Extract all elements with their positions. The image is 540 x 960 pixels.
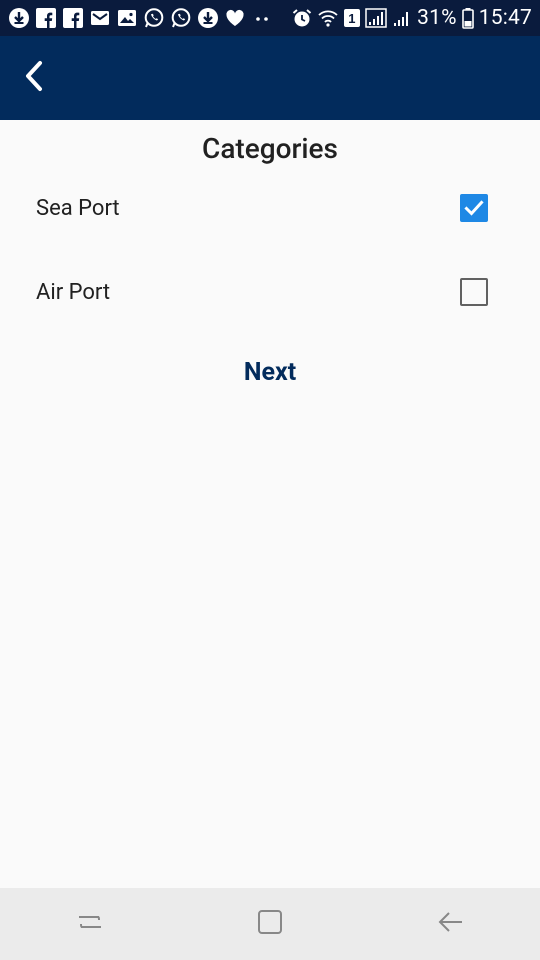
chevron-left-icon [24,60,44,96]
app-bar [0,36,540,120]
status-bar: 1 31% 15:47 [0,0,540,36]
battery-icon [461,7,475,29]
gmail-icon [89,7,111,29]
facebook-icon [35,7,57,29]
notification-icons [8,7,273,29]
battery-percent: 31% [417,6,457,30]
navigation-bar [0,888,540,960]
download-icon [197,7,219,29]
checkmark-icon [464,200,484,216]
recent-apps-button[interactable] [60,894,120,954]
back-arrow-icon [436,908,464,940]
home-icon [256,908,284,940]
system-back-button[interactable] [420,894,480,954]
sim-slot-icon: 1 [343,7,361,29]
wifi-icon [317,7,339,29]
gallery-icon [116,7,138,29]
page-title: Categories [202,132,338,165]
alarm-icon [291,7,313,29]
category-row-sea-port[interactable]: Sea Port [0,178,540,238]
next-button[interactable]: Next [200,350,340,394]
category-label: Sea Port [36,195,120,221]
download-icon [8,7,30,29]
home-button[interactable] [240,894,300,954]
facebook-icon [62,7,84,29]
recent-apps-icon [76,908,104,940]
more-dots-icon [251,7,273,29]
system-status: 1 31% 15:47 [291,6,532,30]
category-row-air-port[interactable]: Air Port [0,262,540,322]
clock: 15:47 [478,6,532,30]
back-button[interactable] [12,56,56,100]
heart-icon [224,7,246,29]
sea-port-checkbox[interactable] [460,194,488,222]
signal-bars-icon [391,7,413,29]
air-port-checkbox[interactable] [460,278,488,306]
svg-text:1: 1 [348,11,355,26]
whatsapp-icon [143,7,165,29]
whatsapp-icon [170,7,192,29]
category-label: Air Port [36,279,111,305]
signal-strength-icon [365,7,387,29]
